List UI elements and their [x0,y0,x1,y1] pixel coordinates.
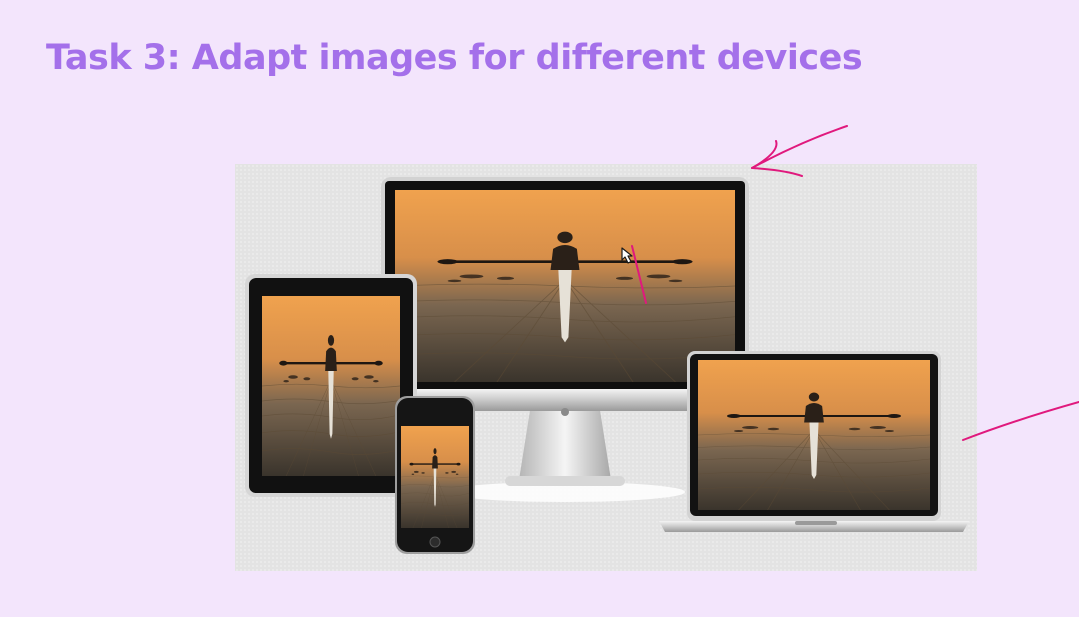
slide-title: Task 3: Adapt images for different devic… [46,38,863,78]
arrow-annotation-right [962,401,1079,441]
tablet-device [245,274,417,497]
responsive-devices-image [235,164,977,571]
phone-device [395,396,475,554]
laptop-device [659,351,969,532]
arrow-annotation-top [751,125,848,169]
